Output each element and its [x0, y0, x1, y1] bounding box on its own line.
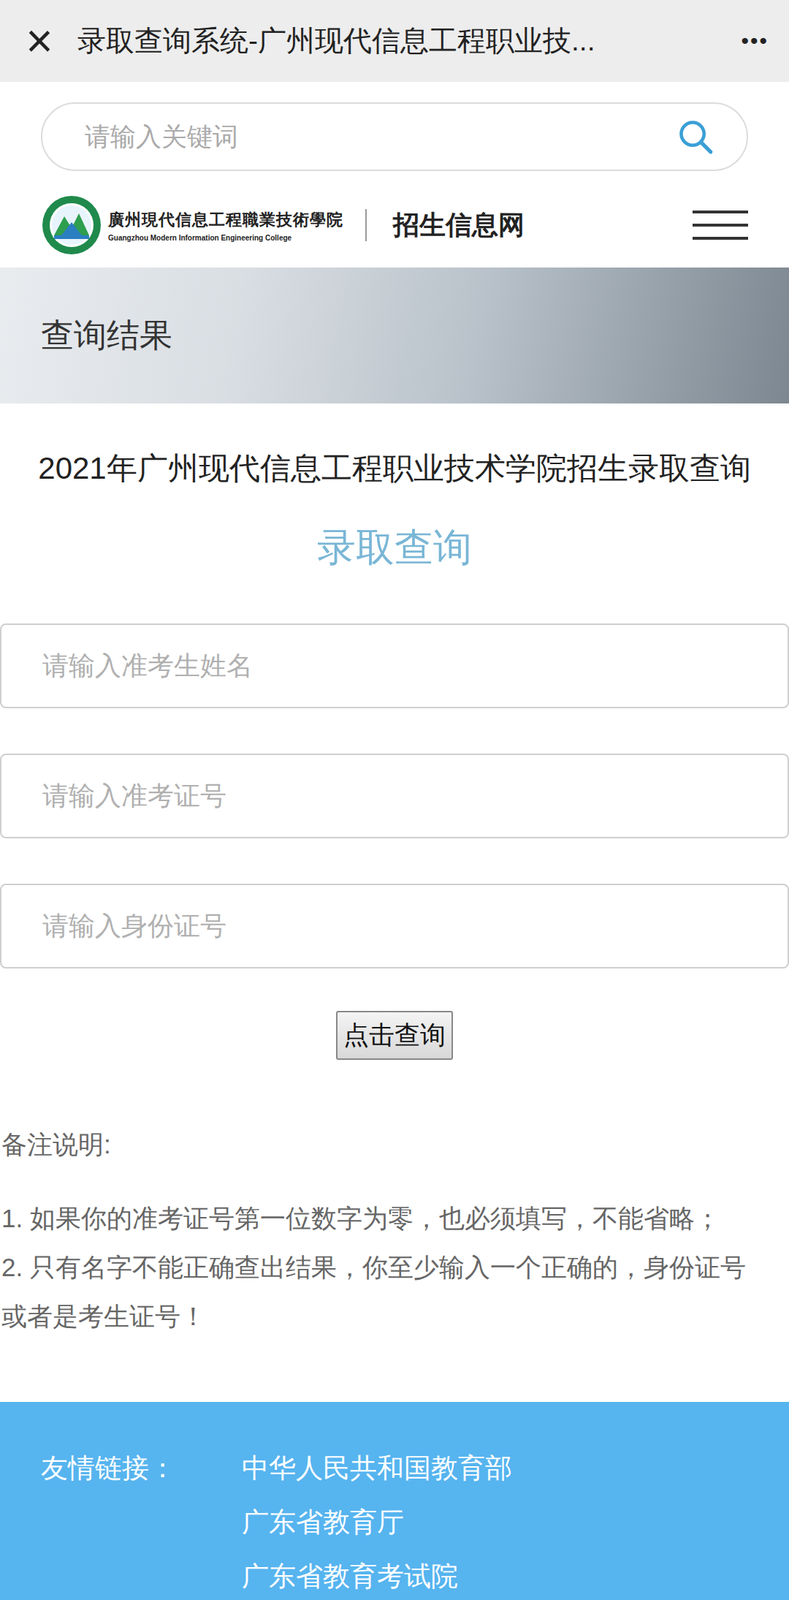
window-title: 录取查询系统-广州现代信息工程职业技...	[77, 21, 725, 61]
school-name-en: Guangzhou Modern Information Engineering…	[108, 233, 344, 242]
page-title: 2021年广州现代信息工程职业技术学院招生录取查询	[0, 447, 789, 489]
search-bar	[40, 102, 749, 171]
notes-list: 1. 如果你的准考证号第一位数字为零，也必须填写，不能省略；2. 只有名字不能正…	[1, 1192, 768, 1340]
menu-icon[interactable]	[692, 210, 749, 240]
menu-bar	[692, 236, 749, 240]
site-header: 廣州現代信息工程職業技術學院 Guangzhou Modern Informati…	[0, 182, 789, 268]
notes-title: 备注说明:	[1, 1125, 768, 1163]
search-area	[0, 81, 789, 183]
footer-link[interactable]: 广东省教育考试院	[241, 1548, 513, 1600]
close-button[interactable]: ×	[17, 17, 62, 65]
page: × 录取查询系统-广州现代信息工程职业技... ••• 廣州現代信息工程職業技術學院 G…	[0, 0, 789, 1600]
notes: 备注说明: 1. 如果你的准考证号第一位数字为零，也必须填写，不能省略；2. 只有…	[0, 1125, 789, 1340]
form-field[interactable]	[0, 753, 789, 838]
school-name: 廣州現代信息工程職業技術學院	[108, 208, 344, 231]
school-logo-icon	[40, 194, 103, 256]
title-bar: × 录取查询系统-广州现代信息工程职业技... •••	[0, 0, 789, 82]
search-input[interactable]	[83, 121, 677, 152]
footer: 友情链接： 中华人民共和国教育部广东省教育厅广东省教育考试院	[0, 1401, 789, 1600]
header-divider	[365, 208, 367, 242]
search-icon[interactable]	[676, 117, 715, 156]
form-heading: 录取查询	[0, 521, 789, 573]
brand-text: 廣州現代信息工程職業技術學院 Guangzhou Modern Informati…	[108, 208, 344, 242]
note-item: 2. 只有名字不能正确查出结果，你至少输入一个正确的，身份证号或者是考生证号！	[1, 1241, 768, 1340]
note-item: 1. 如果你的准考证号第一位数字为零，也必须填写，不能省略；	[1, 1192, 768, 1242]
query-form	[0, 623, 789, 968]
links-label: 友情链接：	[40, 1440, 177, 1600]
banner: 查询结果	[0, 267, 789, 404]
menu-bar	[692, 210, 749, 214]
footer-link[interactable]: 广东省教育厅	[241, 1494, 513, 1549]
banner-title: 查询结果	[40, 313, 173, 358]
site-name: 招生信息网	[393, 207, 525, 244]
button-row: 点击查询	[0, 1010, 789, 1060]
menu-bar	[692, 223, 749, 227]
submit-button[interactable]: 点击查询	[336, 1010, 453, 1060]
brand[interactable]: 廣州現代信息工程職業技術學院 Guangzhou Modern Informati…	[40, 194, 344, 256]
footer-link[interactable]: 中华人民共和国教育部	[241, 1440, 513, 1495]
links-list: 中华人民共和国教育部广东省教育厅广东省教育考试院	[241, 1440, 513, 1600]
form-field[interactable]	[0, 623, 789, 708]
form-field[interactable]	[0, 883, 789, 968]
more-button[interactable]: •••	[740, 28, 769, 54]
